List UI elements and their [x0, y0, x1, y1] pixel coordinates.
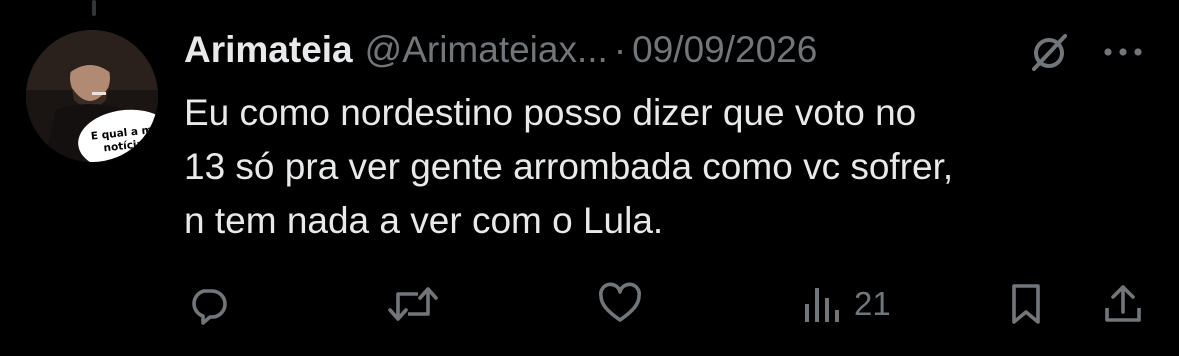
- avatar[interactable]: E qual a má notícia?: [26, 30, 158, 162]
- reply-icon: [186, 282, 230, 326]
- share-button[interactable]: [1102, 276, 1144, 332]
- more-options-icon[interactable]: [1098, 28, 1148, 76]
- bookmark-icon: [1006, 282, 1046, 326]
- display-name[interactable]: Arimateia: [184, 29, 353, 71]
- thread-connector-line: [92, 0, 96, 16]
- bookmark-button[interactable]: [1006, 276, 1046, 332]
- tweet-text: Eu como nordestino posso dizer que voto …: [184, 92, 954, 241]
- retweet-icon: [386, 282, 440, 326]
- user-handle[interactable]: @Arimateiax...: [365, 29, 608, 71]
- share-icon: [1102, 282, 1144, 326]
- views-button[interactable]: 21: [802, 276, 891, 332]
- like-icon: [597, 282, 643, 326]
- retweet-button[interactable]: [386, 276, 440, 332]
- grok-icon[interactable]: [1025, 28, 1073, 76]
- views-count: 21: [854, 285, 891, 322]
- views-icon: [802, 282, 842, 326]
- header-separator: ·: [613, 29, 627, 70]
- like-button[interactable]: [597, 276, 643, 332]
- reply-button[interactable]: [186, 276, 230, 332]
- tweet-actions: 21: [0, 276, 1179, 332]
- tweet-header: Arimateia @Arimateiax... · 09/09/2026: [184, 24, 817, 76]
- tweet-date[interactable]: 09/09/2026: [632, 29, 817, 71]
